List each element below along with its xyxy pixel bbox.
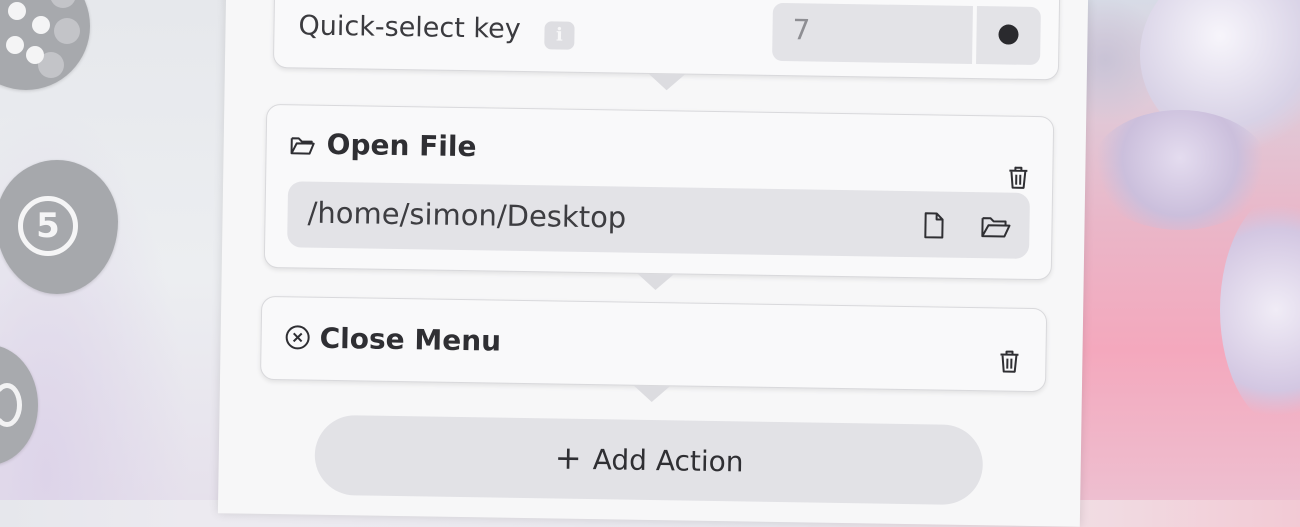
wallpaper-right [1080, 0, 1300, 500]
menu-item-five[interactable]: 5 [0, 160, 118, 294]
trash-icon[interactable] [997, 348, 1021, 374]
record-key-button[interactable] [976, 6, 1041, 66]
add-action-button[interactable]: + Add Action [314, 414, 984, 506]
folder-open-icon[interactable] [979, 214, 1011, 240]
menu-item-partial[interactable] [0, 345, 38, 465]
menu-editor-panel: Quick-select key i 7 Open File /home/sim… [217, 0, 1089, 527]
action-title: Open File [326, 127, 477, 164]
dots-icon [6, 36, 24, 54]
scallop [54, 18, 80, 44]
dots-icon [8, 2, 26, 20]
dots-icon [26, 46, 44, 64]
plus-icon: + [554, 438, 582, 477]
folder-open-icon [290, 137, 315, 155]
action-title: Close Menu [319, 321, 502, 358]
quick-select-key-value: 7 [792, 13, 811, 47]
add-action-label: Add Action [592, 443, 744, 479]
file-path-value: /home/simon/Desktop [307, 195, 627, 235]
action-card-open-file: Open File /home/simon/Desktop [263, 103, 1055, 281]
file-icon[interactable] [921, 211, 945, 239]
menu-preview: 5 [0, 0, 230, 500]
menu-item-dots[interactable] [0, 0, 90, 90]
dots-icon [32, 16, 50, 34]
scallop [50, 0, 76, 8]
connector-arrow [648, 73, 685, 91]
record-icon [998, 24, 1019, 45]
flower-petal [1220, 190, 1300, 430]
partial-icon [0, 383, 22, 427]
quick-select-key-input[interactable]: 7 [772, 2, 973, 64]
info-icon[interactable]: i [544, 21, 575, 50]
file-path-input[interactable]: /home/simon/Desktop [287, 181, 1031, 259]
action-card-close-menu: Close Menu [259, 295, 1048, 393]
quick-select-label: Quick-select key [298, 10, 521, 45]
quick-select-card: Quick-select key i 7 [272, 0, 1061, 81]
close-circle-icon [285, 325, 310, 350]
connector-arrow [637, 273, 674, 291]
connector-arrow [633, 385, 670, 403]
number-five-icon: 5 [18, 196, 78, 256]
flower-petal [1090, 110, 1270, 230]
trash-icon[interactable] [1006, 165, 1030, 191]
